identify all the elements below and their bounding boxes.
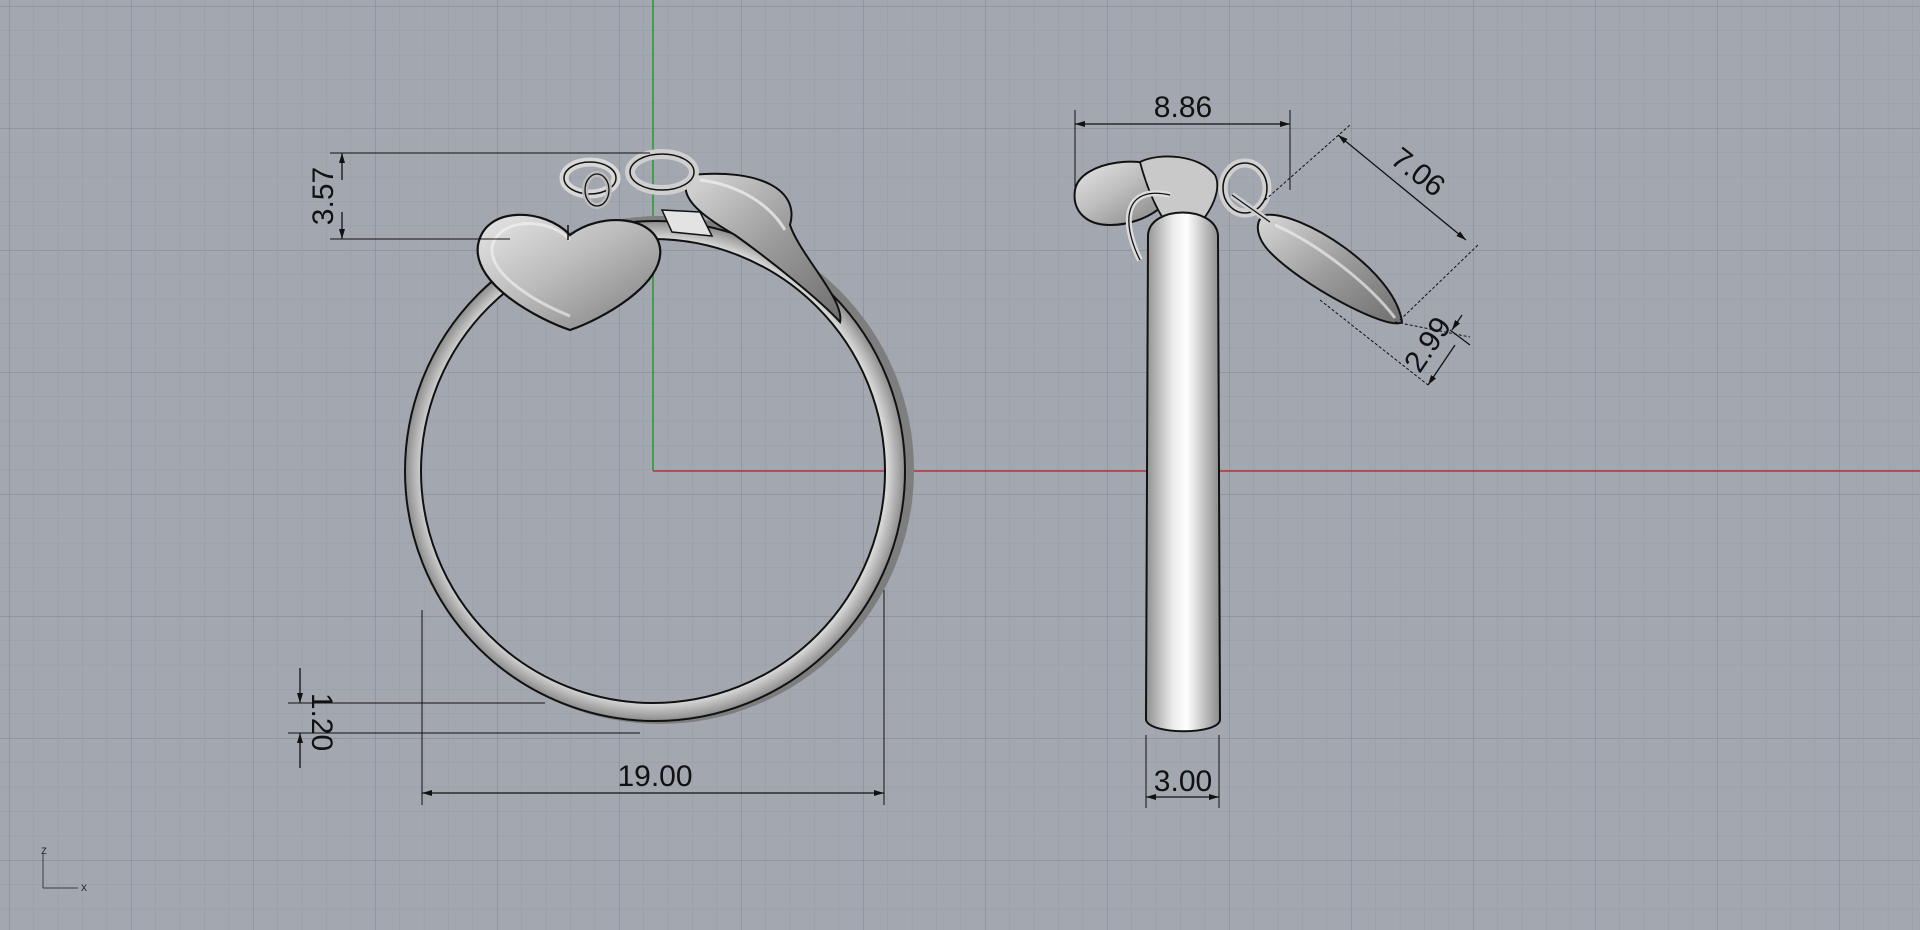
- major-grid: [0, 0, 1920, 930]
- dimension-text-1-20: 1.20: [305, 693, 338, 751]
- axis-label-x: x: [81, 880, 87, 894]
- dimension-text-3-57: 3.57: [307, 167, 340, 225]
- dimension-text-3-00: 3.00: [1154, 765, 1212, 798]
- dimension-text-8-86: 8.86: [1154, 91, 1212, 124]
- axis-label-z: z: [41, 843, 47, 857]
- band-side: [1144, 211, 1222, 733]
- dimension-text-19: 19.00: [617, 760, 692, 793]
- viewport-canvas[interactable]: 19.00 1.20 3.57 8.86 7.06 2.99 3.00 z x: [0, 0, 1920, 930]
- front-viewport[interactable]: 19.00 1.20 3.57 8.86 7.06 2.99 3.00 z x: [0, 0, 1920, 930]
